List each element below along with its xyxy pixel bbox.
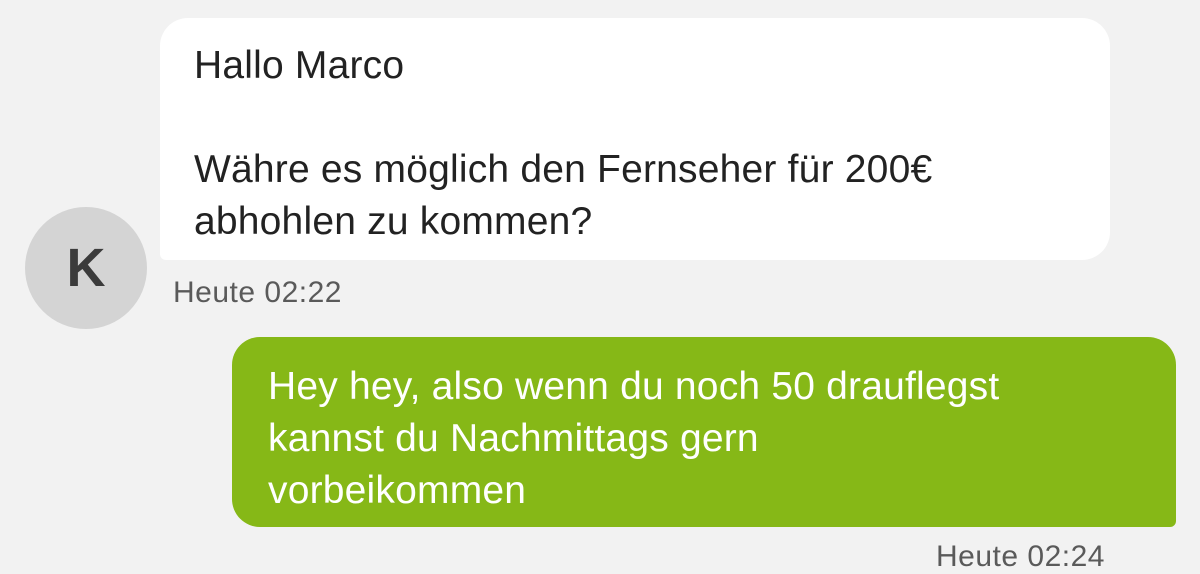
- incoming-message-line: Hallo Marco: [194, 44, 405, 87]
- incoming-message-timestamp: Heute 02:22: [173, 276, 342, 309]
- outgoing-message-line: Hey hey, also wenn du noch 50 drauflegst: [268, 365, 1000, 408]
- incoming-message-bubble[interactable]: Hallo Marco Währe es möglich den Fernseh…: [160, 18, 1110, 260]
- avatar-initial: K: [66, 238, 106, 298]
- outgoing-message-timestamp: Heute 02:24: [936, 540, 1105, 573]
- chat-thread: Hallo Marco Währe es möglich den Fernseh…: [0, 0, 1200, 573]
- outgoing-message-line: kannst du Nachmittags gern: [268, 417, 759, 460]
- incoming-message-line: abhohlen zu kommen?: [194, 200, 593, 243]
- avatar[interactable]: K: [25, 207, 147, 329]
- outgoing-message-line: vorbeikommen: [268, 469, 527, 512]
- message-line-gap: [194, 92, 1076, 144]
- incoming-message-line: Währe es möglich den Fernseher für 200€: [194, 148, 933, 191]
- outgoing-message-bubble[interactable]: Hey hey, also wenn du noch 50 drauflegst…: [232, 337, 1176, 527]
